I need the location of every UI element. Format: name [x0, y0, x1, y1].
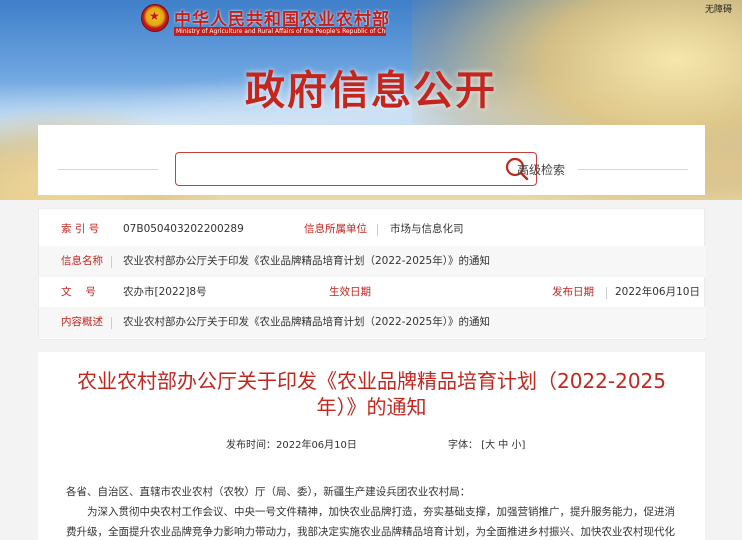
- index-value: 07B050403202200289: [123, 223, 244, 235]
- page-heading: 政府信息公开: [245, 68, 497, 114]
- article-paragraph: 为深入贯彻中央农村工作会议、中央一号文件精神，加快农业品牌打造，夯实基础支撑，加…: [66, 506, 675, 538]
- meta-row-summary: 内容概述 农业农村部办公厅关于印发《农业品牌精品培育计划（2022-2025年）…: [39, 307, 706, 338]
- unit-value: 市场与信息化司: [390, 223, 464, 235]
- publish-value: 2022年06月10日: [615, 286, 700, 298]
- advanced-search-link[interactable]: 高级检索: [517, 161, 565, 178]
- article-panel: 农业农村部办公厅关于印发《农业品牌精品培育计划（2022-2025年）》的通知 …: [38, 352, 705, 540]
- font-size-control: 字体： [大 中 小]: [448, 436, 525, 451]
- publish-date: 发布时间：2022年06月10日: [226, 436, 357, 451]
- font-size-label: 字体：: [448, 440, 478, 451]
- effective-label: 生效日期: [329, 286, 371, 298]
- divider: [111, 256, 112, 268]
- doc-value: 农办市[2022]8号: [123, 286, 207, 298]
- publish-date-label: 发布时间：: [226, 440, 276, 451]
- meta-row-doc: 文 号 农办市[2022]8号 生效日期 发布日期 2022年06月10日: [39, 277, 706, 308]
- summary-label: 内容概述: [61, 316, 103, 328]
- name-label: 信息名称: [61, 255, 103, 267]
- search-panel: 高级检索: [38, 125, 705, 195]
- search-input[interactable]: [184, 159, 474, 179]
- name-value: 农业农村部办公厅关于印发《农业品牌精品培育计划（2022-2025年）》的通知: [123, 255, 490, 267]
- divider-left: [58, 169, 158, 170]
- meta-row-name: 信息名称 农业农村部办公厅关于印发《农业品牌精品培育计划（2022-2025年）…: [39, 246, 706, 277]
- font-bracket-close: ]: [521, 440, 526, 451]
- font-size-small[interactable]: 小: [511, 440, 521, 451]
- accessibility-link[interactable]: 无障碍: [705, 2, 732, 15]
- national-emblem-icon: [141, 4, 169, 32]
- divider: [377, 224, 378, 236]
- font-size-medium[interactable]: 中: [498, 440, 508, 451]
- meta-row-index: 索 引 号 07B050403202200289 信息所属单位 市场与信息化司: [39, 214, 706, 245]
- font-size-large[interactable]: 大: [485, 440, 495, 451]
- doc-label: 文 号: [61, 286, 96, 298]
- article-title: 农业农村部办公厅关于印发《农业品牌精品培育计划（2022-2025年）》的通知: [76, 369, 666, 419]
- publish-date-value: 2022年06月10日: [276, 440, 357, 451]
- publish-label: 发布日期: [552, 286, 594, 298]
- ministry-name-en: Ministry of Agriculture and Rural Affair…: [174, 27, 386, 36]
- divider: [111, 317, 112, 329]
- divider: [606, 287, 607, 299]
- summary-value: 农业农村部办公厅关于印发《农业品牌精品培育计划（2022-2025年）》的通知: [123, 316, 490, 328]
- info-metadata-table: 索 引 号 07B050403202200289 信息所属单位 市场与信息化司 …: [38, 208, 706, 340]
- index-label: 索 引 号: [61, 223, 100, 235]
- article-salutation: 各省、自治区、直辖市农业农村（农牧）厅（局、委），新疆生产建设兵团农业农村局：: [66, 486, 471, 498]
- search-box[interactable]: [175, 152, 537, 186]
- unit-label: 信息所属单位: [304, 223, 367, 235]
- article-body: 各省、自治区、直辖市农业农村（农牧）厅（局、委），新疆生产建设兵团农业农村局： …: [66, 482, 681, 540]
- divider-right: [578, 169, 688, 170]
